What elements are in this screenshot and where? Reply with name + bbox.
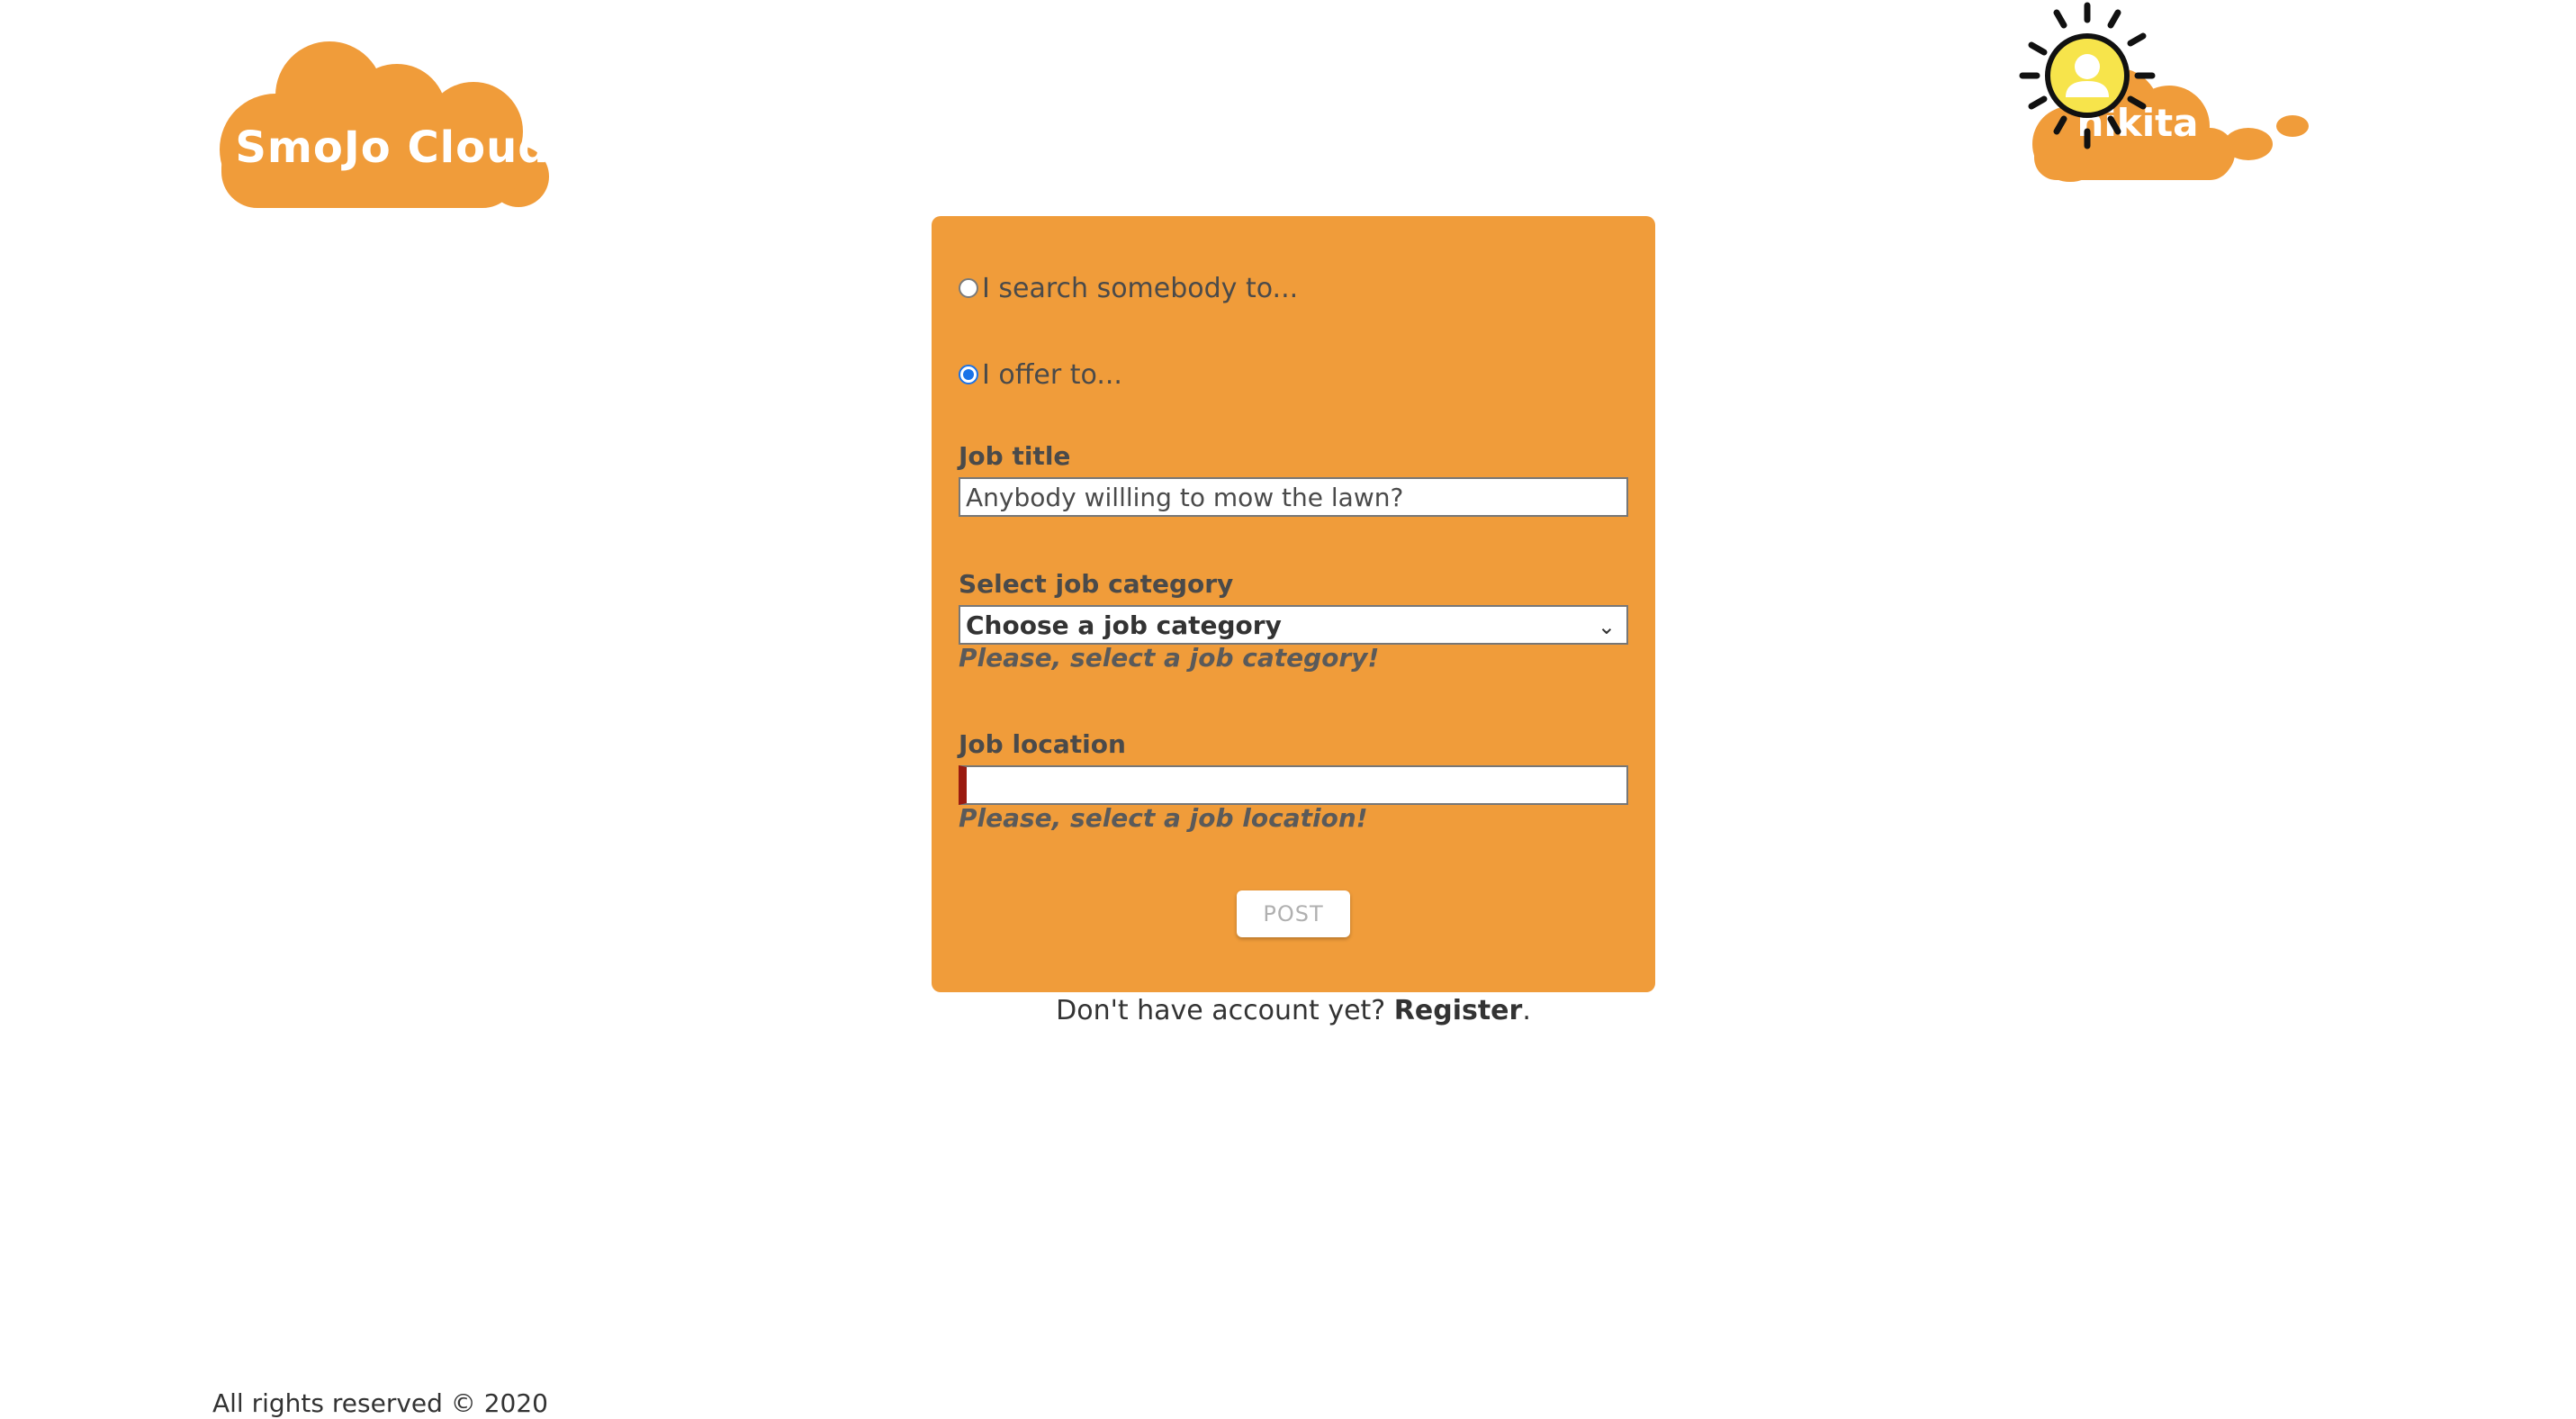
category-select[interactable]: Choose a job category ⌄	[959, 605, 1628, 645]
footer-copyright: All rights reserved © 2020	[212, 1388, 548, 1418]
category-selected-value: Choose a job category	[966, 610, 1282, 640]
job-title-value: Anybody willling to mow the lawn?	[966, 482, 1404, 512]
location-error: Please, select a job location!	[959, 803, 1368, 833]
post-button[interactable]: POST	[1237, 890, 1350, 937]
job-title-input[interactable]: Anybody willling to mow the lawn?	[959, 477, 1628, 517]
register-prompt: Don't have account yet? Register.	[932, 995, 1655, 1026]
radio-offer-option[interactable]: I offer to...	[959, 357, 1122, 393]
post-job-form: I search somebody to... I offer to... Jo…	[932, 216, 1655, 992]
radio-offer-label: I offer to...	[982, 358, 1122, 391]
job-title-label: Job title	[959, 441, 1071, 471]
radio-search-label: I search somebody to...	[982, 272, 1299, 304]
category-label: Select job category	[959, 569, 1234, 599]
brand-logo[interactable]: SmoJo Cloud	[212, 32, 572, 212]
logo-text: SmoJo Cloud	[235, 122, 550, 173]
register-prompt-text: Don't have account yet?	[1056, 995, 1386, 1026]
location-label: Job location	[959, 729, 1126, 759]
chevron-down-icon: ⌄	[1597, 614, 1616, 639]
register-link[interactable]: Register	[1394, 995, 1523, 1026]
user-menu[interactable]: nikita	[2012, 0, 2390, 189]
radio-offer[interactable]	[959, 365, 978, 384]
user-avatar-sun-icon[interactable]	[2012, 0, 2163, 151]
location-input[interactable]	[959, 765, 1628, 805]
category-error: Please, select a job category!	[959, 643, 1380, 673]
radio-search[interactable]	[959, 278, 978, 298]
register-suffix: .	[1522, 995, 1531, 1026]
radio-search-option[interactable]: I search somebody to...	[959, 270, 1298, 306]
